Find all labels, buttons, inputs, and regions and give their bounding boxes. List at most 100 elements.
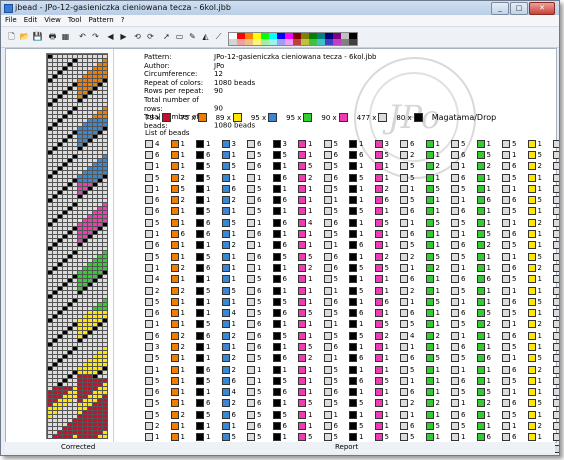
bead-swatch [247, 320, 255, 329]
palette-swatch[interactable] [277, 39, 285, 45]
window-title: jbead - JPo-12-gasieniczka cieniowana te… [15, 3, 231, 12]
palette-swatch[interactable] [269, 39, 277, 45]
bead-list-item: 5 [527, 296, 554, 307]
palette-swatch[interactable] [293, 39, 301, 45]
rotate-right-icon[interactable]: ⟳ [145, 31, 156, 42]
menu-help[interactable]: ? [117, 15, 128, 24]
bead-list-item: 1 [272, 285, 299, 296]
menu-edit[interactable]: Edit [20, 15, 41, 24]
eyedropper-icon[interactable]: ⟋ [213, 31, 224, 42]
palette-swatch[interactable] [237, 39, 245, 45]
bead-count: 1 [384, 342, 389, 351]
rotate-left-icon[interactable]: ⟲ [132, 31, 143, 42]
palette-swatch[interactable] [317, 39, 325, 45]
rectangle-select-icon[interactable]: ▭ [174, 31, 185, 42]
bead-swatch [221, 173, 230, 182]
bead-swatch [349, 365, 357, 374]
palette-swatch[interactable] [245, 39, 253, 45]
minimize-button[interactable]: _ [491, 2, 509, 15]
bead-count: 4 [231, 388, 236, 397]
bead-count: 1 [155, 433, 160, 442]
bead-swatch [451, 286, 459, 295]
title-bar[interactable]: jbead - JPo-12-gasieniczka cieniowana te… [1, 1, 559, 15]
bead-swatch [451, 320, 459, 329]
bead-list-item: 1 [196, 194, 222, 205]
draft-bead[interactable] [102, 434, 108, 439]
bead-count: 5 [486, 309, 491, 318]
bead-list-item: 2 [170, 194, 197, 205]
print-icon[interactable]: 🖶 [47, 31, 58, 42]
menu-file[interactable]: File [1, 15, 20, 24]
menu-pattern[interactable]: Pattern [85, 15, 117, 24]
bead-list-item: 1 [502, 353, 528, 364]
bead-swatch [196, 309, 204, 318]
bead-list-item: 2 [170, 172, 197, 183]
bead-swatch [145, 196, 153, 205]
bead-count: 1 [231, 150, 236, 159]
bead-list-item: 4 [298, 217, 324, 228]
bead-count: 1 [359, 218, 364, 227]
bead-list-item: 6 [349, 149, 375, 160]
bead-draft[interactable] [46, 53, 108, 439]
bead-count: 5 [333, 309, 338, 318]
bead-swatch [170, 354, 179, 363]
bead-list-item: 2 [476, 240, 503, 251]
palette-swatch[interactable] [229, 39, 237, 45]
color-palette[interactable] [228, 32, 358, 46]
bead-list-item: 1 [170, 149, 197, 160]
bead-swatch [425, 286, 434, 295]
bead-list-item: 6 [349, 240, 375, 251]
bead-count: 6 [359, 376, 364, 385]
fill-bucket-icon[interactable]: ◭ [200, 31, 211, 42]
save-icon[interactable]: 💾 [32, 31, 43, 42]
bead-count: 2 [537, 218, 542, 227]
menu-tool[interactable]: Tool [64, 15, 85, 24]
bead-swatch [425, 342, 434, 351]
arrow-left-icon[interactable]: ◀ [105, 31, 116, 42]
palette-swatch[interactable] [285, 39, 293, 45]
bead-swatch [247, 150, 255, 159]
palette-swatch[interactable] [333, 39, 341, 45]
bead-swatch [400, 241, 408, 250]
palette-swatch[interactable] [261, 39, 269, 45]
bead-count: 5 [461, 218, 466, 227]
arrow-right-icon[interactable]: ▶ [118, 31, 129, 42]
bead-list-item: 1 [221, 296, 248, 307]
palette-swatch[interactable] [301, 39, 309, 45]
bead-count: 2 [155, 286, 160, 295]
bead-count: 5 [231, 218, 236, 227]
bead-swatch [323, 275, 332, 284]
select-arrow-icon[interactable]: ➚ [161, 31, 172, 42]
bead-swatch [145, 275, 153, 284]
menu-view[interactable]: View [40, 15, 64, 24]
palette-swatch[interactable] [253, 39, 261, 45]
close-button[interactable]: ✕ [529, 2, 555, 15]
grid-icon[interactable]: ▦ [60, 31, 71, 42]
redo-icon[interactable]: ↷ [90, 31, 101, 42]
bead-list-item: 1 [527, 138, 554, 149]
palette-swatch[interactable] [309, 39, 317, 45]
undo-icon[interactable]: ↶ [77, 31, 88, 42]
maximize-button[interactable]: □ [510, 2, 528, 15]
bead-list-item: 1 [425, 274, 452, 285]
bead-swatch [374, 410, 383, 419]
bead-count: 5 [410, 320, 415, 329]
bead-swatch [196, 365, 204, 374]
bead-count: 6 [512, 196, 517, 205]
palette-swatch[interactable] [325, 39, 333, 45]
palette-swatch[interactable] [349, 39, 357, 45]
pencil-icon[interactable]: ✎ [187, 31, 198, 42]
splitter[interactable] [113, 49, 114, 442]
open-folder-icon[interactable]: 📂 [19, 31, 30, 42]
bead-count: 1 [180, 354, 185, 363]
bead-count: 5 [435, 252, 440, 261]
bead-list-item: 5 [272, 330, 299, 341]
bead-count: 1 [435, 173, 440, 182]
bead-swatch [502, 354, 510, 363]
bead-list-item: 1 [298, 138, 324, 149]
bead-count: 1 [435, 230, 440, 239]
new-file-icon[interactable]: 🗋 [6, 31, 17, 42]
bead-swatch [323, 410, 332, 419]
bead-count: 1 [512, 388, 517, 397]
palette-swatch[interactable] [341, 39, 349, 45]
